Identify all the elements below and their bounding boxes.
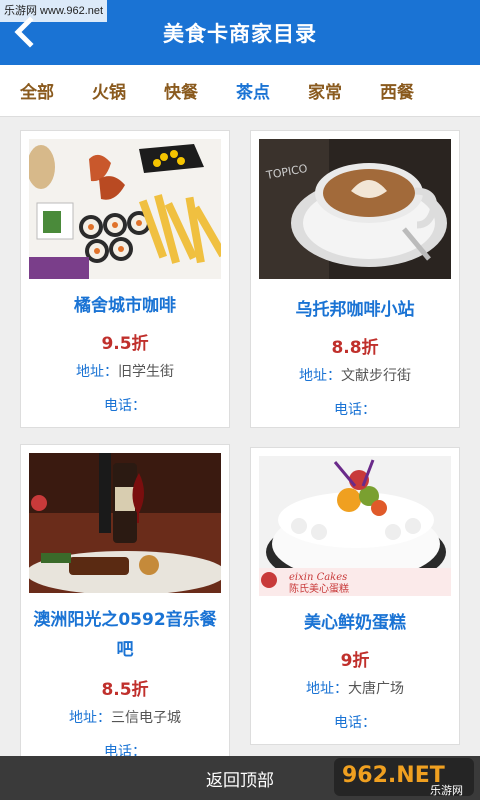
- merchant-photo: [29, 139, 221, 279]
- merchant-name[interactable]: 乌托邦咖啡小站: [257, 295, 453, 325]
- address-value: 旧学生街: [118, 364, 174, 380]
- tab-tea-snacks[interactable]: 茶点: [236, 78, 288, 103]
- address-label: 地址：: [306, 681, 348, 697]
- tab-homestyle[interactable]: 家常: [308, 78, 360, 103]
- merchant-address: 地址：旧学生街: [21, 361, 229, 381]
- tab-western[interactable]: 西餐: [380, 78, 432, 103]
- merchant-discount: 8.5折: [101, 680, 149, 700]
- merchant-card[interactable]: eixin Cakes 陈氏美心蛋糕 美心鲜奶蛋糕 9折 地址：大唐广场 电话：: [250, 447, 460, 745]
- merchant-name[interactable]: 橘舍城市咖啡: [27, 291, 223, 321]
- address-value: 大唐广场: [348, 681, 404, 697]
- address-label: 地址：: [76, 364, 118, 380]
- merchant-phone: 电话：: [334, 402, 376, 418]
- logo-subtext: 乐游网: [430, 784, 463, 797]
- merchant-address: 地址：文献步行街: [251, 365, 459, 385]
- merchant-card[interactable]: TOPICO 乌托邦咖啡小站 8.8折 地址：文献步行街 电话：: [250, 130, 460, 428]
- site-logo: 962.NET 乐游网: [334, 758, 474, 797]
- merchant-phone: 电话：: [104, 744, 146, 756]
- tab-all[interactable]: 全部: [20, 78, 72, 103]
- merchant-photo: [29, 453, 221, 593]
- tab-fastfood[interactable]: 快餐: [164, 78, 216, 103]
- address-value: 文献步行街: [341, 368, 411, 384]
- category-tabs: 全部 火锅 快餐 茶点 家常 西餐: [0, 65, 480, 117]
- merchant-phone: 电话：: [334, 715, 376, 731]
- site-watermark: 乐游网 www.962.net: [0, 0, 108, 22]
- tab-hotpot[interactable]: 火锅: [92, 78, 144, 103]
- address-value: 三信电子城: [111, 710, 181, 726]
- merchant-address: 地址：三信电子城: [21, 707, 229, 727]
- merchant-discount: 9折: [340, 651, 370, 671]
- page-title: 美食卡商家目录: [163, 21, 317, 46]
- merchant-name-line1: 澳洲阳光之0592音乐餐: [33, 610, 217, 630]
- merchant-card[interactable]: 澳洲阳光之0592音乐餐 吧 8.5折 地址：三信电子城 电话：: [20, 444, 230, 756]
- merchant-name-line2: 吧: [116, 640, 134, 660]
- merchant-photo: TOPICO: [259, 139, 451, 279]
- merchant-photo: eixin Cakes 陈氏美心蛋糕: [259, 456, 451, 596]
- merchant-name[interactable]: 美心鲜奶蛋糕: [257, 608, 453, 638]
- merchant-discount: 8.8折: [331, 338, 379, 358]
- cake-brand-cn: 陈氏美心蛋糕: [289, 582, 349, 595]
- address-label: 地址：: [299, 368, 341, 384]
- merchant-name[interactable]: 澳洲阳光之0592音乐餐 吧: [27, 605, 223, 665]
- address-label: 地址：: [69, 710, 111, 726]
- back-to-top-label[interactable]: 返回顶部: [206, 766, 274, 791]
- merchant-phone: 电话：: [104, 398, 146, 414]
- merchant-grid: 橘舍城市咖啡 9.5折 地址：旧学生街 电话： TOPICO 乌托邦咖啡小站 8…: [0, 117, 480, 756]
- merchant-discount: 9.5折: [101, 334, 149, 354]
- merchant-address: 地址：大唐广场: [251, 678, 459, 698]
- cake-brand-en: eixin Cakes: [289, 572, 347, 583]
- merchant-card[interactable]: 橘舍城市咖啡 9.5折 地址：旧学生街 电话：: [20, 130, 230, 428]
